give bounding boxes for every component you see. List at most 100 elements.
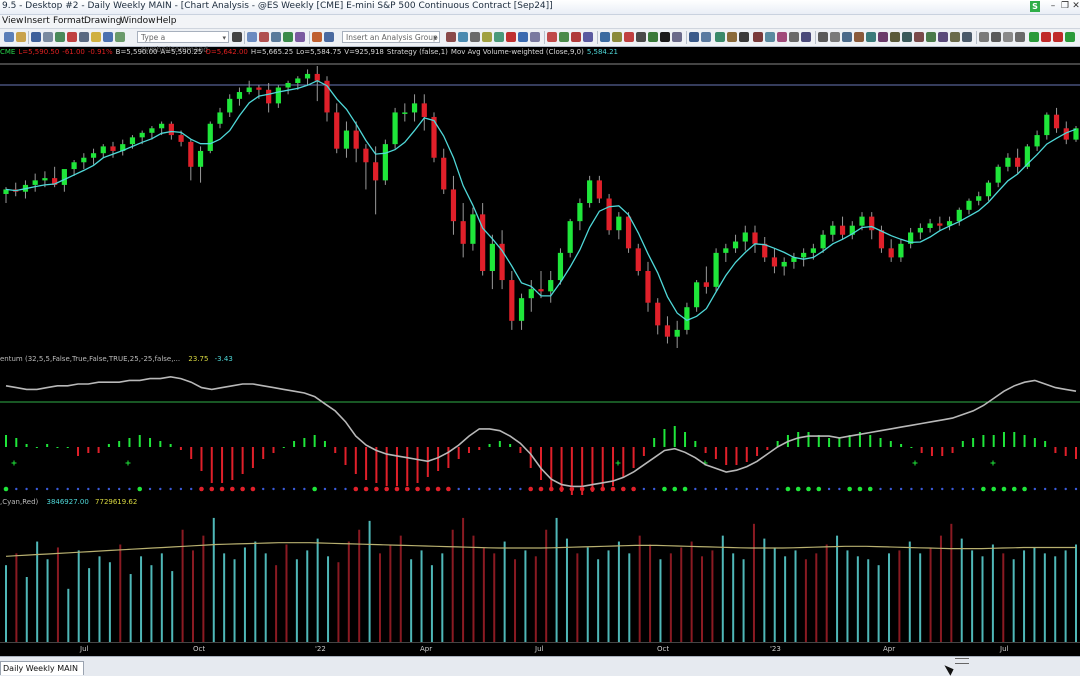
- time-line-icon[interactable]: [962, 32, 972, 42]
- volume-chart[interactable]: [0, 507, 1080, 642]
- chart-type-icon[interactable]: [247, 32, 257, 42]
- time-axis-label: Apr: [883, 645, 896, 653]
- bar-chart-icon[interactable]: [446, 32, 456, 42]
- trendline-icon[interactable]: [818, 32, 828, 42]
- print-icon[interactable]: [43, 32, 53, 42]
- volume-bar: [545, 529, 548, 642]
- close-button[interactable]: ✕: [1069, 1, 1080, 12]
- strategy-icon[interactable]: [283, 32, 293, 42]
- alert-icon[interactable]: [91, 32, 101, 42]
- pattern-icon[interactable]: [660, 32, 670, 42]
- text-icon[interactable]: [789, 32, 799, 42]
- volume-icon[interactable]: [494, 32, 504, 42]
- ellipse-icon[interactable]: [878, 32, 888, 42]
- momentum-chart[interactable]: [0, 365, 1080, 495]
- momentum-bar: [1002, 432, 1005, 447]
- line-chart-icon[interactable]: [458, 32, 468, 42]
- volume-bar: [56, 547, 59, 642]
- rectangle-icon[interactable]: [866, 32, 876, 42]
- new-chart-icon[interactable]: [4, 32, 14, 42]
- gann-icon[interactable]: [890, 32, 900, 42]
- eraser-icon[interactable]: [991, 32, 1001, 42]
- chevron-down-icon[interactable]: ▾: [433, 32, 437, 44]
- workspace-tab[interactable]: Daily Weekly MAIN: [0, 661, 84, 675]
- grid-icon[interactable]: [67, 32, 77, 42]
- scale-icon[interactable]: [530, 32, 540, 42]
- speed-line-icon[interactable]: [926, 32, 936, 42]
- flag-icon[interactable]: [624, 32, 634, 42]
- volume-bar: [337, 562, 340, 642]
- snap-icon[interactable]: [765, 32, 775, 42]
- candle-body: [956, 209, 962, 222]
- order-bar-icon[interactable]: [547, 32, 557, 42]
- brush-icon[interactable]: [1003, 32, 1013, 42]
- pitchfork-icon[interactable]: [902, 32, 912, 42]
- analysis-group-placeholder: Insert an Analysis Group: [346, 33, 438, 42]
- hand-icon[interactable]: [739, 32, 749, 42]
- marker-icon[interactable]: [1015, 32, 1025, 42]
- horizontal-line-icon[interactable]: [830, 32, 840, 42]
- options-icon[interactable]: [672, 32, 682, 42]
- scrollbar-grip[interactable]: [955, 658, 969, 664]
- play-icon[interactable]: [232, 32, 242, 42]
- regression-icon[interactable]: [938, 32, 948, 42]
- open-folder-icon[interactable]: [16, 32, 26, 42]
- layout-icon[interactable]: [55, 32, 65, 42]
- channel-icon[interactable]: [854, 32, 864, 42]
- bars-icon[interactable]: [482, 32, 492, 42]
- menu-insert[interactable]: Insert: [24, 16, 50, 26]
- momentum-icon[interactable]: [506, 32, 516, 42]
- exchange-label: CME: [0, 48, 16, 56]
- arrow-icon[interactable]: [801, 32, 811, 42]
- up-arrow-icon[interactable]: [1029, 32, 1039, 42]
- sell-icon[interactable]: [571, 32, 581, 42]
- momentum-bar: [642, 447, 645, 456]
- menu-format[interactable]: Format: [53, 16, 85, 26]
- menu-drawing[interactable]: Drawing: [84, 16, 121, 26]
- menu-view[interactable]: View: [2, 16, 23, 26]
- menu-help[interactable]: Help: [156, 16, 177, 26]
- analysis-icon[interactable]: [312, 32, 322, 42]
- crosshair-icon[interactable]: [727, 32, 737, 42]
- momentum-bar: [221, 447, 224, 483]
- zoom-out-icon[interactable]: [701, 32, 711, 42]
- style-icon[interactable]: [636, 32, 646, 42]
- status-badge[interactable]: S: [1030, 1, 1040, 12]
- buy-icon[interactable]: [559, 32, 569, 42]
- menu-window[interactable]: Window: [120, 16, 156, 26]
- sell-arrow-icon[interactable]: [1053, 32, 1063, 42]
- pointer-icon[interactable]: [715, 32, 725, 42]
- color-icon[interactable]: [648, 32, 658, 42]
- save-icon[interactable]: [31, 32, 41, 42]
- session-icon[interactable]: [612, 32, 622, 42]
- zoom-in-icon[interactable]: [689, 32, 699, 42]
- indicator-icon[interactable]: [259, 32, 269, 42]
- pencil-icon[interactable]: [979, 32, 989, 42]
- price-chart[interactable]: [0, 58, 1080, 353]
- buy-arrow-icon[interactable]: [1065, 32, 1075, 42]
- candle-body: [246, 87, 252, 93]
- volume-bar: [36, 541, 39, 642]
- candle-icon[interactable]: [470, 32, 480, 42]
- template-icon[interactable]: [324, 32, 334, 42]
- chevron-down-icon[interactable]: ▾: [222, 32, 226, 44]
- percent-icon[interactable]: [950, 32, 960, 42]
- study-icon[interactable]: [271, 32, 281, 42]
- window-icon[interactable]: [79, 32, 89, 42]
- interval-icon[interactable]: [600, 32, 610, 42]
- command-input[interactable]: Type a symbol/command ▾: [137, 31, 229, 54]
- position-icon[interactable]: [583, 32, 593, 42]
- candle-body: [518, 298, 525, 321]
- magnet-icon[interactable]: [777, 32, 787, 42]
- format-icon[interactable]: [115, 32, 125, 42]
- fibonacci-icon[interactable]: [842, 32, 852, 42]
- squeeze-dot: [642, 487, 646, 491]
- drawing-icon[interactable]: [295, 32, 305, 42]
- compare-icon[interactable]: [518, 32, 528, 42]
- data-icon[interactable]: [103, 32, 113, 42]
- squeeze-dot: [745, 487, 748, 491]
- down-arrow-icon[interactable]: [1041, 32, 1051, 42]
- analysis-group-select[interactable]: Insert an Analysis Group ▾: [342, 31, 440, 43]
- cycle-icon[interactable]: [914, 32, 924, 42]
- tools-icon[interactable]: [753, 32, 763, 42]
